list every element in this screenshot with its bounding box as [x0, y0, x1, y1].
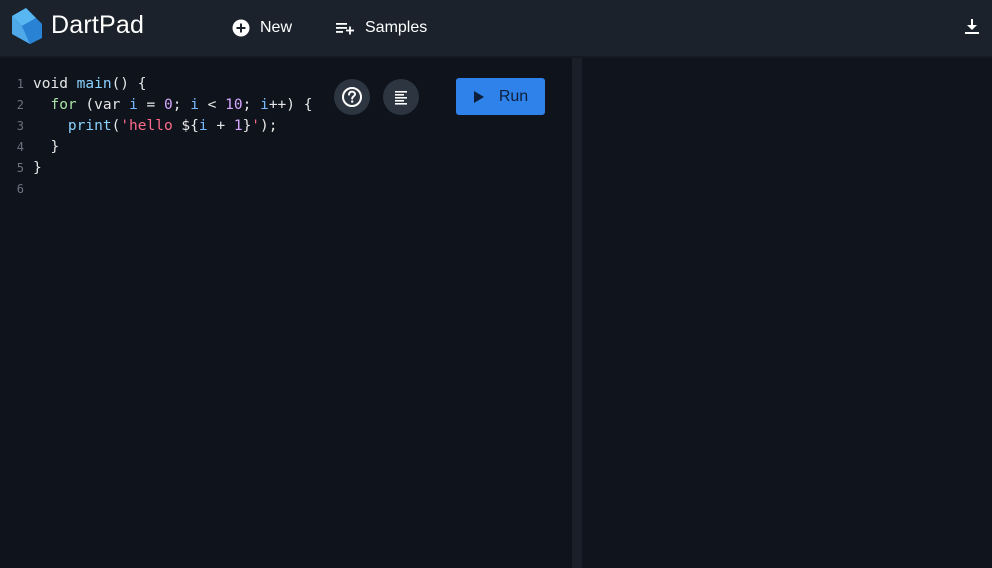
samples-button-label: Samples [365, 19, 428, 36]
code-line[interactable]: 2 for (var i = 0; i < 10; i++) { [0, 95, 313, 116]
samples-button[interactable]: Samples [335, 14, 427, 42]
dartpad-app: DartPad New Samples 1 void main() {2 fo… [0, 0, 992, 568]
play-icon [473, 90, 484, 103]
help-icon [342, 87, 362, 107]
format-align-icon [395, 91, 407, 105]
pane-splitter[interactable] [572, 58, 582, 568]
add-circle-icon [232, 19, 250, 37]
line-number: 3 [16, 119, 24, 133]
code-line[interactable]: 5} [0, 158, 312, 179]
help-button[interactable] [334, 79, 370, 115]
code-line[interactable]: 6 [0, 179, 312, 200]
download-icon[interactable] [962, 17, 982, 37]
app-title: DartPad [51, 11, 145, 39]
code-line[interactable]: 3 print('hello ${i + 1}'); [0, 116, 312, 137]
line-number: 5 [16, 161, 24, 175]
line-number: 6 [16, 182, 24, 196]
code-line[interactable]: 4 } [0, 137, 312, 158]
code-lines[interactable]: 1 void main() { 2 for (var i = 0; i < 10;… [0, 74, 313, 200]
run-button-label: Run [498, 87, 529, 105]
line-number: 2 [16, 98, 24, 112]
code-line[interactable]: 1 void main() { [0, 74, 312, 95]
code-editor[interactable]: 1 void main() { 2 for (var i = 0; i < 10;… [0, 58, 572, 568]
run-button[interactable]: Run [456, 78, 545, 115]
format-button[interactable] [383, 79, 419, 115]
output-pane [582, 58, 992, 568]
line-number: 1 [16, 77, 24, 91]
dart-logo-icon [12, 8, 42, 44]
new-button[interactable]: New [232, 14, 292, 42]
new-button-label: New [260, 19, 293, 36]
playlist-add-icon [336, 23, 354, 35]
line-number: 4 [16, 140, 24, 154]
app-header: DartPad New Samples [0, 0, 992, 58]
